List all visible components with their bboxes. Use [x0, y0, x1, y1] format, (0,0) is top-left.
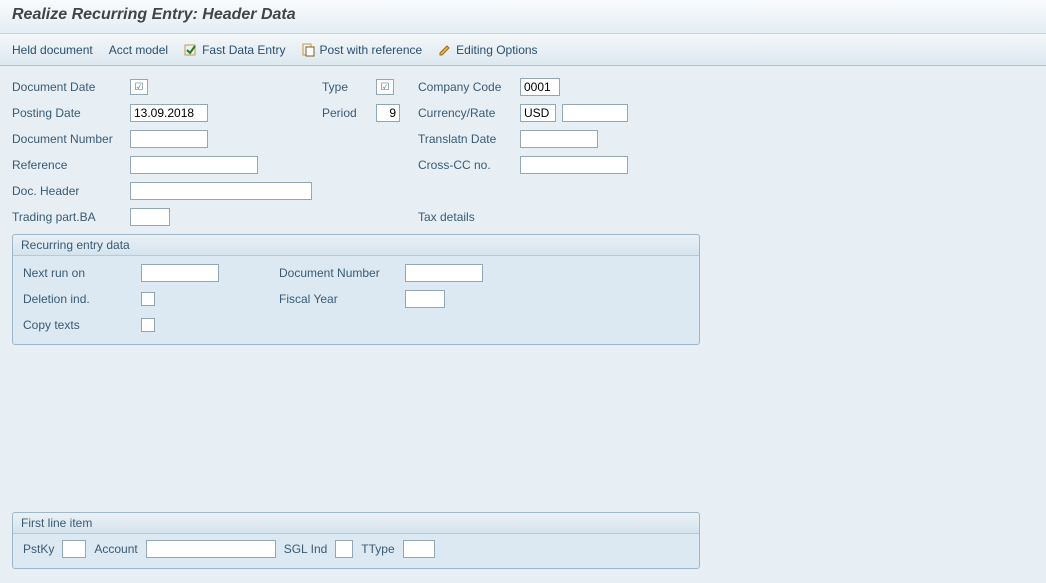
pstky-input[interactable]	[62, 540, 86, 558]
post-with-reference-button[interactable]: Post with reference	[301, 43, 422, 57]
sgl-ind-input[interactable]	[335, 540, 353, 558]
ttype-label: TType	[361, 542, 394, 556]
recurring-entry-title: Recurring entry data	[13, 235, 699, 256]
ttype-input[interactable]	[403, 540, 435, 558]
held-document-label: Held document	[12, 43, 93, 57]
type-required-icon[interactable]	[376, 79, 394, 95]
fiscal-year-input[interactable]	[405, 290, 445, 308]
currency-input[interactable]	[520, 104, 556, 122]
cross-cc-input[interactable]	[520, 156, 628, 174]
post-with-reference-label: Post with reference	[319, 43, 422, 57]
type-label: Type	[322, 80, 370, 94]
next-run-on-input[interactable]	[141, 264, 219, 282]
form-grid: Document Date Posting Date Document Numb…	[12, 76, 1034, 228]
document-number-input[interactable]	[130, 130, 208, 148]
period-label: Period	[322, 106, 370, 120]
header-data-area: Document Date Posting Date Document Numb…	[0, 66, 1046, 426]
acct-model-label: Acct model	[109, 43, 168, 57]
copy-texts-checkbox[interactable]	[141, 318, 155, 332]
bottom-area: First line item PstKy Account SGL Ind TT…	[0, 426, 1046, 583]
translatn-date-input[interactable]	[520, 130, 598, 148]
company-code-label: Company Code	[418, 80, 514, 94]
acct-model-button[interactable]: Acct model	[109, 43, 168, 57]
post-reference-icon	[301, 43, 315, 57]
title-bar: Realize Recurring Entry: Header Data	[0, 0, 1046, 34]
account-label: Account	[94, 542, 137, 556]
translatn-date-label: Translatn Date	[418, 132, 514, 146]
first-line-item-group: First line item PstKy Account SGL Ind TT…	[12, 512, 700, 569]
fast-data-entry-label: Fast Data Entry	[202, 43, 285, 57]
held-document-button[interactable]: Held document	[12, 43, 93, 57]
doc-header-input[interactable]	[130, 182, 312, 200]
document-date-required-icon[interactable]	[130, 79, 148, 95]
reference-input[interactable]	[130, 156, 258, 174]
next-run-on-label: Next run on	[23, 266, 135, 280]
reference-label: Reference	[12, 158, 124, 172]
copy-texts-label: Copy texts	[23, 318, 135, 332]
fast-data-entry-button[interactable]: Fast Data Entry	[184, 43, 285, 57]
period-input[interactable]	[376, 104, 400, 122]
pstky-label: PstKy	[23, 542, 54, 556]
toolbar: Held document Acct model Fast Data Entry…	[0, 34, 1046, 66]
sgl-ind-label: SGL Ind	[284, 542, 328, 556]
col-a: Document Date Posting Date Document Numb…	[12, 76, 312, 228]
document-date-label: Document Date	[12, 80, 124, 94]
tax-details-label: Tax details	[418, 210, 514, 224]
deletion-ind-label: Deletion ind.	[23, 292, 135, 306]
pencil-icon	[438, 43, 452, 57]
document-number-label: Document Number	[12, 132, 124, 146]
rec-document-number-label: Document Number	[279, 266, 399, 280]
recurring-col-a: Next run on Deletion ind. Copy texts	[23, 262, 219, 336]
cross-cc-label: Cross-CC no.	[418, 158, 514, 172]
recurring-entry-group: Recurring entry data Next run on Deletio…	[12, 234, 700, 345]
deletion-ind-checkbox[interactable]	[141, 292, 155, 306]
page-title: Realize Recurring Entry: Header Data	[12, 6, 1034, 24]
col-b: Type Period	[322, 76, 400, 228]
posting-date-label: Posting Date	[12, 106, 124, 120]
rec-document-number-input[interactable]	[405, 264, 483, 282]
editing-options-label: Editing Options	[456, 43, 537, 57]
posting-date-input[interactable]	[130, 104, 208, 122]
editing-options-button[interactable]: Editing Options	[438, 43, 537, 57]
doc-header-label: Doc. Header	[12, 184, 124, 198]
first-line-item-title: First line item	[13, 513, 699, 534]
account-input[interactable]	[146, 540, 276, 558]
currency-rate-label: Currency/Rate	[418, 106, 514, 120]
company-code-input[interactable]	[520, 78, 560, 96]
rate-input[interactable]	[562, 104, 628, 122]
trading-part-label: Trading part.BA	[12, 210, 124, 224]
trading-part-input[interactable]	[130, 208, 170, 226]
fast-entry-icon	[184, 43, 198, 57]
recurring-col-b: Document Number Fiscal Year	[279, 262, 483, 336]
col-c: Company Code Currency/Rate Translatn Dat…	[418, 76, 628, 228]
fiscal-year-label: Fiscal Year	[279, 292, 399, 306]
